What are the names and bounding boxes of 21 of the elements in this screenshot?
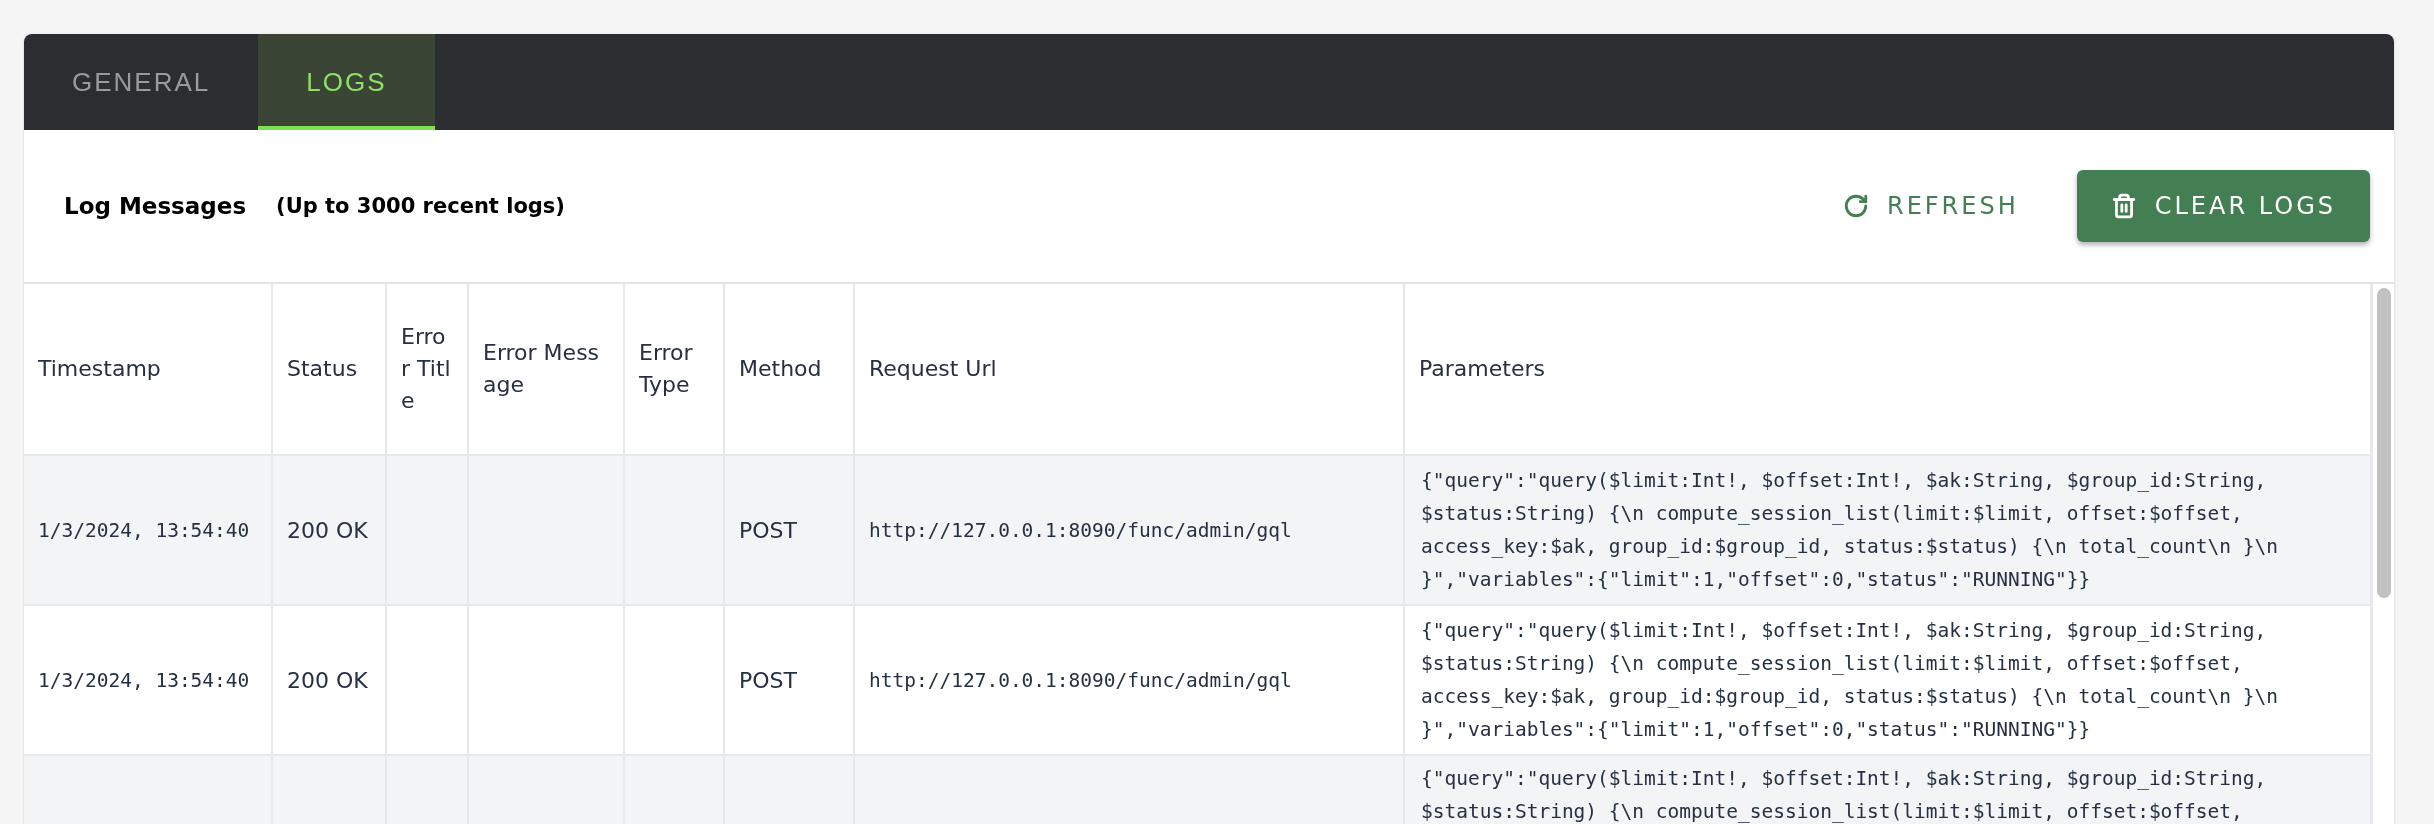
refresh-button[interactable]: REFRESH [1808,170,2053,242]
scrollbar-thumb[interactable] [2377,288,2391,598]
section-subtitle: (Up to 3000 recent logs) [276,194,565,218]
url-cell: http://127.0.0.1:8090/func/admin/gql [855,606,1405,756]
parameters-cell: {"query":"query($limit:Int!, $offset:Int!, $ak:String, $group_id:String, $status:String) {\n compute_session_list(limit:$limit, offset:$offset, access_key:$ak, group_id:$group_id, status:$status) {\n total_count\n }\n }","variables":{"limit":1,"offset":0,"status":"RUNNING"}} [1405,456,2372,606]
refresh-icon [1842,193,1869,219]
scrollbar[interactable] [2372,284,2394,824]
timestamp-cell: 1/3/2024, 13:54:40 [24,606,273,756]
status-cell: 200 OK [273,456,387,606]
status-cell: 200 OK [273,606,387,756]
method-cell: POST [725,606,855,756]
trash-icon [2110,193,2137,219]
section-title: Log Messages [64,193,247,219]
clear-logs-button[interactable]: CLEAR LOGS [2076,170,2370,242]
url-cell: http://127.0.0.1:8090/func/admin/gql [855,456,1405,606]
timestamp-cell: 1/3/2024, 13:54:40 [24,456,273,606]
tab[interactable]: LOGS [258,34,435,130]
tab[interactable]: GENERAL [24,34,259,130]
parameters-cell: {"query":"query($limit:Int!, $offset:Int!, $ak:String, $group_id:String, $status:String) {\n compute_session_list(limit:$limit, offset:$offset, access_key:$ak, group_id:$group_id, status:$status) {\n total_count\n }\n }","variables":{"limit":1,"offset":0,"status":"RUNNING"}} [1405,606,2372,756]
method-cell: POST [725,456,855,606]
parameters-cell: {"query":"query($limit:Int!, $offset:Int!, $ak:String, $group_id:String, $status:String) {\n compute_session_list(limit:$limit, offset:$offset, [1405,756,2372,824]
